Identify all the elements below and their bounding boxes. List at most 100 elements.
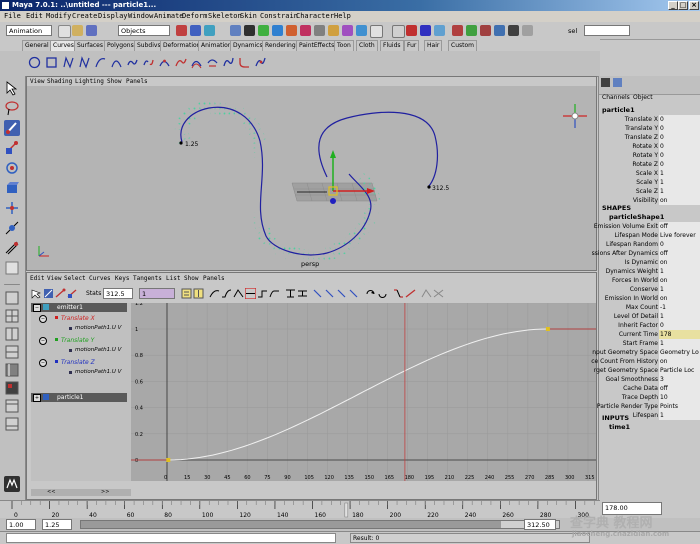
shape-attr-value[interactable]: off [659,249,700,258]
transform-attr-value[interactable]: 0 [659,115,700,124]
post-infinity-cycle-icon[interactable] [433,288,444,299]
outliner-layout-icon[interactable] [4,362,20,378]
tool-settings-icon[interactable] [480,25,491,36]
cut-curve-icon[interactable] [254,55,267,70]
shape-attr-value[interactable]: 1 [659,339,700,348]
shape-attr-row[interactable]: Forces In World on [599,276,700,285]
graph-menu-curves[interactable]: Curves [89,275,111,282]
shape-attr-row[interactable]: rget Geometry Space Particle Loc [594,366,700,375]
denormalize-curves-icon[interactable] [405,288,416,299]
free-tangent-weight-icon[interactable] [337,288,348,299]
outliner-row-motionpath-x[interactable]: motionPath1.U V [31,324,127,334]
attribute-editor-icon[interactable] [466,25,477,36]
transform-attr-value[interactable]: on [659,196,700,205]
shelf-tab-general[interactable]: General [22,40,52,51]
scroll-right-arrow[interactable]: >> [101,489,109,495]
shape-attr-value[interactable]: 3 [659,375,700,384]
shape-attr-value[interactable]: off [659,384,700,393]
transform-attr-value[interactable]: 0 [659,133,700,142]
pencil-curve-icon[interactable] [94,55,107,70]
shelf-tab-painteffects[interactable]: PaintEffects [296,40,338,51]
input-line-icon[interactable] [522,25,533,36]
channel-box-layout-icon[interactable] [613,78,622,87]
graph-curves[interactable]: 1.210.80.60.40.20-0.2 015304560759010512… [131,301,596,490]
object-tab[interactable]: Object [633,94,653,101]
minimize-button[interactable]: _ [668,1,678,10]
transform-attr-row[interactable]: Scale Y1 [599,178,700,187]
shape-attr-row[interactable]: Start Frame 1 [599,339,700,348]
outliner-row-translate-x[interactable]: − Translate X [31,313,127,324]
layer-editor-icon[interactable] [508,25,519,36]
show-manipulator-icon[interactable] [4,240,20,256]
shelf-tab-surfaces[interactable]: Surfaces [74,40,106,51]
shape-attr-row[interactable]: ssions After Dynamics off [592,249,700,258]
collapse-toggle-icon[interactable]: − [39,359,47,367]
time-slider-cursor[interactable] [344,502,349,518]
range-start-field[interactable]: 1.00 [6,519,36,530]
offset-curve-icon[interactable] [190,55,203,70]
transform-attr-row[interactable]: Rotate X0 [599,142,700,151]
shape-attr-row[interactable]: Is Dynamic on [599,258,700,267]
mask-surface-icon[interactable] [272,25,283,36]
viewport-menu-shading[interactable]: Shading [47,78,72,85]
graph-menu-list[interactable]: List [166,275,180,282]
detach-curves-icon[interactable] [142,55,155,70]
graph-menu-select[interactable]: Select [64,275,86,282]
shape-attr-value[interactable]: 0 [659,240,700,249]
shelf-tab-rendering[interactable]: Rendering [262,40,299,51]
menu-help[interactable]: Help [334,12,351,20]
last-tool-icon[interactable] [4,260,20,276]
outliner-scrollbar[interactable]: << >> [31,489,131,496]
transform-attr-row[interactable]: Rotate Z0 [599,160,700,169]
new-scene-icon[interactable] [58,25,71,38]
menu-create[interactable]: Create [72,12,97,20]
transform-attr-row[interactable]: Translate Z0 [599,133,700,142]
snap-curve-icon[interactable] [356,25,367,36]
shape-node-name[interactable]: particleShape1 [609,213,664,221]
pre-infinity-cycle-icon[interactable] [421,288,432,299]
single-pane-layout-icon[interactable] [4,290,20,306]
shape-attr-row[interactable]: Goal Smoothness 3 [599,375,700,384]
maximize-button[interactable]: □ [678,1,688,10]
menu-display[interactable]: Display [98,12,128,20]
paint-select-tool-icon[interactable] [4,120,20,136]
stats-frame-field[interactable]: 312.5 [103,288,133,299]
shelf-tab-dynamics[interactable]: Dynamics [230,40,266,51]
graph-menu-view[interactable]: View [47,275,61,282]
time-slider-ruler[interactable]: 0 20 40 60 80 100 120 140 160 180 200 220 240 260 280 3… [0,501,600,519]
value-snap-icon[interactable] [377,288,388,299]
shape-attr-value[interactable]: Geometry Lo [659,348,700,357]
select-object-icon[interactable] [190,25,201,36]
shape-attr-row[interactable]: Emission In World on [599,294,700,303]
shelf-tab-fur[interactable]: Fur [404,40,420,51]
menu-character[interactable]: Character [296,12,334,20]
add-key-tool-icon[interactable] [55,288,66,299]
extend-curve-icon[interactable] [174,55,187,70]
menu-modify[interactable]: Modify [46,12,71,20]
graph-menu-show[interactable]: Show [184,275,198,282]
mask-handle-icon[interactable] [230,25,241,36]
snap-grid-icon[interactable] [342,25,353,36]
shape-attr-row[interactable]: Lifespan Random 0 [599,240,700,249]
transform-attr-row[interactable]: Scale X1 [599,169,700,178]
viewport-menu-show[interactable]: Show [107,78,121,85]
outliner-row-emitter[interactable]: − emitter1 [31,303,127,312]
render-view-layout-icon[interactable] [4,398,20,414]
render-icon[interactable] [406,25,417,36]
arc-curve-icon[interactable] [110,55,123,70]
outliner-row-translate-y[interactable]: − Translate Y [31,335,127,346]
outliner-row-motionpath-z[interactable]: motionPath1.U V [31,368,127,378]
collapse-toggle-icon[interactable]: − [39,315,47,323]
menu-deform[interactable]: Deform [182,12,207,20]
shelf-tab-polygons[interactable]: Polygons [104,40,137,51]
transform-attr-value[interactable]: 0 [659,142,700,151]
menu-skeleton[interactable]: Skeleton [208,12,242,20]
menu-set-dropdown[interactable]: Animation [6,25,52,36]
shape-attr-value[interactable]: 10 [659,393,700,402]
universal-manipulator-icon[interactable] [4,200,20,216]
lattice-key-tool-icon[interactable] [67,288,78,299]
open-scene-icon[interactable] [72,25,83,36]
transform-attr-value[interactable]: 0 [659,124,700,133]
shape-attr-value[interactable]: 0 [659,321,700,330]
ipr-render-icon[interactable] [420,25,431,36]
